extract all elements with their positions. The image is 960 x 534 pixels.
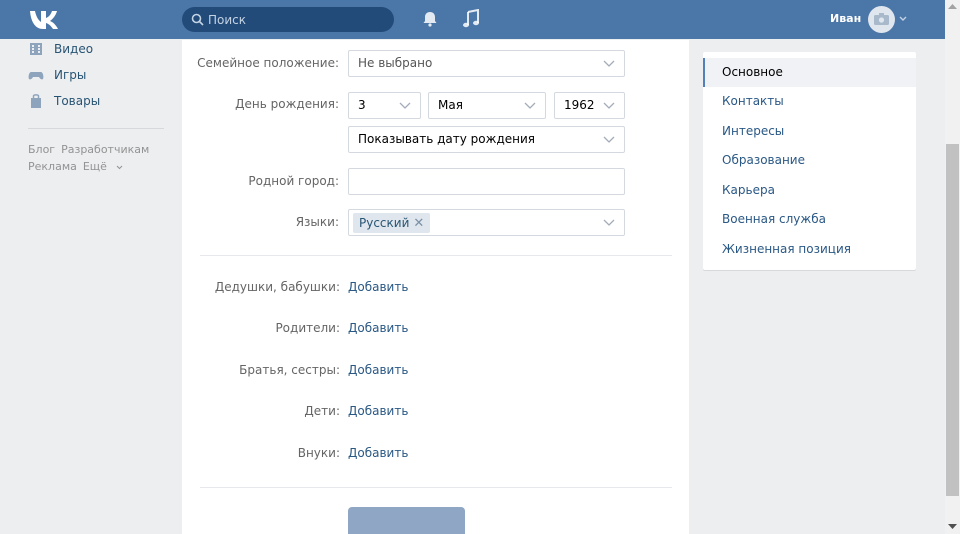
footer-link-developers[interactable]: Разработчикам (61, 143, 149, 156)
birth-year-select[interactable]: 1962 (554, 92, 625, 119)
hometown-input[interactable] (348, 168, 625, 195)
marital-status-label: Семейное положение: (197, 56, 339, 70)
birthday-label: День рождения: (235, 97, 339, 111)
birth-month-value: Мая (438, 98, 463, 112)
menu-item-interests[interactable]: Интересы (703, 117, 916, 146)
chevron-down-icon (603, 219, 615, 226)
search-box[interactable] (182, 7, 394, 32)
nav-item-label: Игры (54, 68, 87, 82)
section-divider (200, 487, 672, 488)
footer-link-blog[interactable]: Блог (28, 143, 55, 156)
search-icon (191, 13, 204, 26)
birth-day-value: 3 (358, 98, 366, 112)
vk-logo-icon[interactable] (28, 9, 62, 30)
add-grandchildren-link[interactable]: Добавить (348, 446, 408, 460)
chevron-down-icon (603, 136, 615, 143)
profile-edit-form: Семейное положение: Не выбрано День рожд… (182, 40, 689, 534)
menu-item-life-position[interactable]: Жизненная позиция (703, 235, 916, 264)
languages-select[interactable]: Русский ✕ (348, 209, 625, 236)
video-icon (30, 43, 42, 55)
menu-item-main[interactable]: Основное (703, 58, 916, 87)
save-button[interactable] (348, 507, 465, 534)
scrollbar-thumb[interactable] (946, 144, 959, 496)
birthday-visibility-select[interactable]: Показывать дату рождения (348, 126, 625, 153)
birth-month-select[interactable]: Мая (428, 92, 546, 119)
chevron-down-icon (899, 16, 907, 21)
scrollbar[interactable] (945, 0, 960, 534)
birth-year-value: 1962 (564, 98, 595, 112)
add-grandparents-link[interactable]: Добавить (348, 280, 408, 294)
camera-icon (874, 13, 889, 25)
scroll-up-arrow-icon[interactable] (948, 3, 957, 9)
nav-divider (28, 128, 164, 129)
section-divider (200, 255, 672, 256)
search-input[interactable] (208, 7, 388, 32)
bag-icon (31, 94, 41, 108)
footer-more-label: Ещё (82, 160, 107, 173)
birth-day-select[interactable]: 3 (348, 92, 421, 119)
avatar (868, 6, 895, 33)
marital-status-value: Не выбрано (358, 56, 433, 70)
add-children-link[interactable]: Добавить (348, 404, 408, 418)
scroll-down-arrow-icon[interactable] (948, 524, 957, 530)
bell-icon[interactable] (421, 10, 439, 28)
menu-item-education[interactable]: Образование (703, 146, 916, 175)
remove-tag-icon[interactable]: ✕ (413, 216, 424, 231)
menu-item-career[interactable]: Карьера (703, 176, 916, 205)
chevron-down-icon (524, 102, 536, 109)
gamepad-icon (28, 72, 44, 80)
menu-item-military[interactable]: Военная служба (703, 205, 916, 234)
birthday-visibility-value: Показывать дату рождения (358, 132, 535, 146)
footer-link-ads[interactable]: Реклама (28, 160, 77, 173)
siblings-label: Братья, сестры: (239, 363, 340, 377)
languages-label: Языки: (295, 215, 339, 229)
add-parents-link[interactable]: Добавить (348, 321, 408, 335)
chevron-down-icon (603, 60, 615, 67)
user-name: Иван (830, 12, 862, 25)
music-icon[interactable] (462, 9, 480, 29)
children-label: Дети: (304, 404, 340, 418)
grandparents-label: Дедушки, бабушки: (214, 280, 340, 294)
language-tag: Русский ✕ (353, 213, 431, 233)
add-siblings-link[interactable]: Добавить (348, 363, 408, 377)
top-header: Иван (0, 0, 945, 39)
chevron-down-icon (603, 102, 615, 109)
hometown-label: Родной город: (248, 174, 339, 188)
footer-link-more[interactable]: Ещё (83, 160, 124, 173)
settings-menu: Основное Контакты Интересы Образование К… (703, 52, 916, 270)
grandchildren-label: Внуки: (297, 446, 340, 460)
menu-item-contacts[interactable]: Контакты (703, 87, 916, 116)
nav-footer: Блог Разработчикам Реклама Ещё (28, 141, 178, 175)
language-tag-label: Русский (359, 216, 410, 230)
nav-item-label: Видео (54, 42, 94, 56)
chevron-down-icon (117, 165, 123, 170)
marital-status-select[interactable]: Не выбрано (348, 50, 625, 77)
nav-item-label: Товары (54, 94, 101, 108)
parents-label: Родители: (275, 321, 340, 335)
chevron-down-icon (399, 102, 411, 109)
